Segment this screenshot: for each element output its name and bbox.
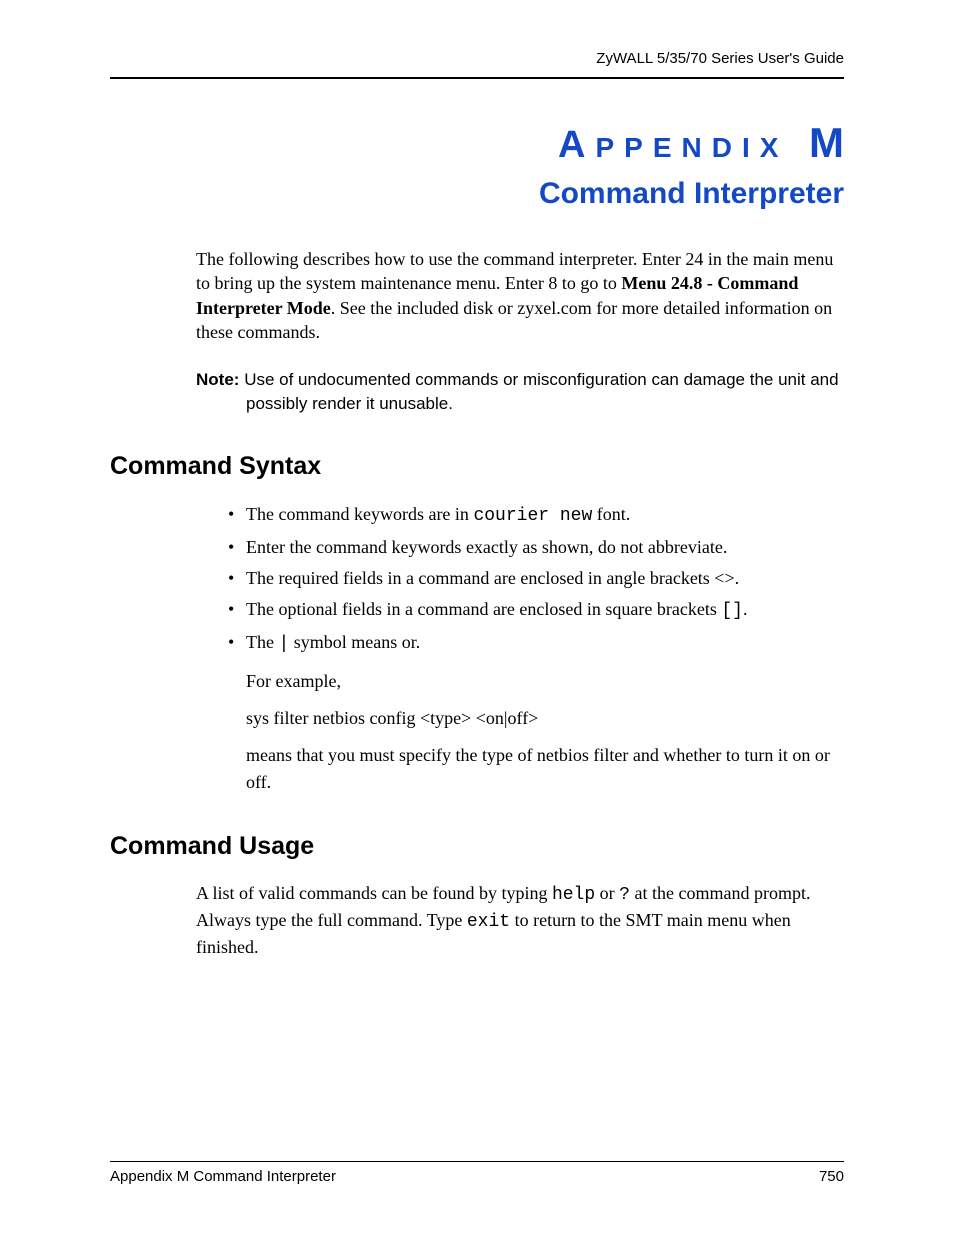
page-number: 750 <box>819 1168 844 1185</box>
intro-paragraph: The following describes how to use the c… <box>196 247 844 344</box>
header-rule <box>110 77 844 79</box>
note-line2: possibly render it unusable. <box>196 392 844 416</box>
list-item: The command keywords are in courier new … <box>228 501 844 530</box>
note-block: Note: Use of undocumented commands or mi… <box>196 368 844 416</box>
li-text: The required fields in a command are enc… <box>246 568 739 588</box>
appendix-label: APPENDIX M <box>110 119 844 167</box>
list-item: The optional fields in a command are enc… <box>228 596 844 625</box>
appendix-word-rest: PPENDIX <box>596 132 789 163</box>
li-text: The <box>246 632 278 652</box>
li-mono: [] <box>721 601 743 621</box>
list-item: The required fields in a command are enc… <box>228 565 844 592</box>
appendix-word-cap: A <box>558 124 595 166</box>
li-sub: For example, <box>246 668 844 695</box>
footer-rule <box>110 1161 844 1162</box>
footer-row: Appendix M Command Interpreter 750 <box>110 1168 844 1185</box>
list-item: The | symbol means or. For example, sys … <box>228 629 844 796</box>
section-heading-usage: Command Usage <box>110 832 844 861</box>
page-header: ZyWALL 5/35/70 Series User's Guide <box>110 50 844 79</box>
usage-text: A list of valid commands can be found by… <box>196 883 552 903</box>
usage-paragraph: A list of valid commands can be found by… <box>196 881 844 961</box>
header-guide-title: ZyWALL 5/35/70 Series User's Guide <box>110 50 844 77</box>
usage-text: or <box>595 883 619 903</box>
li-text: symbol means or. <box>289 632 420 652</box>
section-heading-syntax: Command Syntax <box>110 452 844 481</box>
syntax-list: The command keywords are in courier new … <box>228 501 844 796</box>
appendix-letter: M <box>809 119 844 166</box>
page-footer: Appendix M Command Interpreter 750 <box>110 1161 844 1185</box>
usage-mono: help <box>552 885 595 905</box>
li-sub: sys filter netbios config <type> <on|off… <box>246 705 844 732</box>
note-line1: Use of undocumented commands or misconfi… <box>244 370 838 389</box>
list-item: Enter the command keywords exactly as sh… <box>228 534 844 561</box>
li-text: The command keywords are in <box>246 504 473 524</box>
li-mono: courier new <box>473 506 592 526</box>
li-text: The optional fields in a command are enc… <box>246 599 721 619</box>
li-sub: means that you must specify the type of … <box>246 742 844 796</box>
usage-mono: exit <box>467 912 510 932</box>
appendix-subtitle: Command Interpreter <box>110 177 844 211</box>
li-mono: | <box>278 634 289 654</box>
li-text: . <box>743 599 748 619</box>
li-text: Enter the command keywords exactly as sh… <box>246 537 727 557</box>
footer-left: Appendix M Command Interpreter <box>110 1168 336 1185</box>
page: ZyWALL 5/35/70 Series User's Guide APPEN… <box>0 0 954 1235</box>
note-label: Note: <box>196 370 239 389</box>
usage-mono: ? <box>619 885 630 905</box>
li-text: font. <box>592 504 630 524</box>
